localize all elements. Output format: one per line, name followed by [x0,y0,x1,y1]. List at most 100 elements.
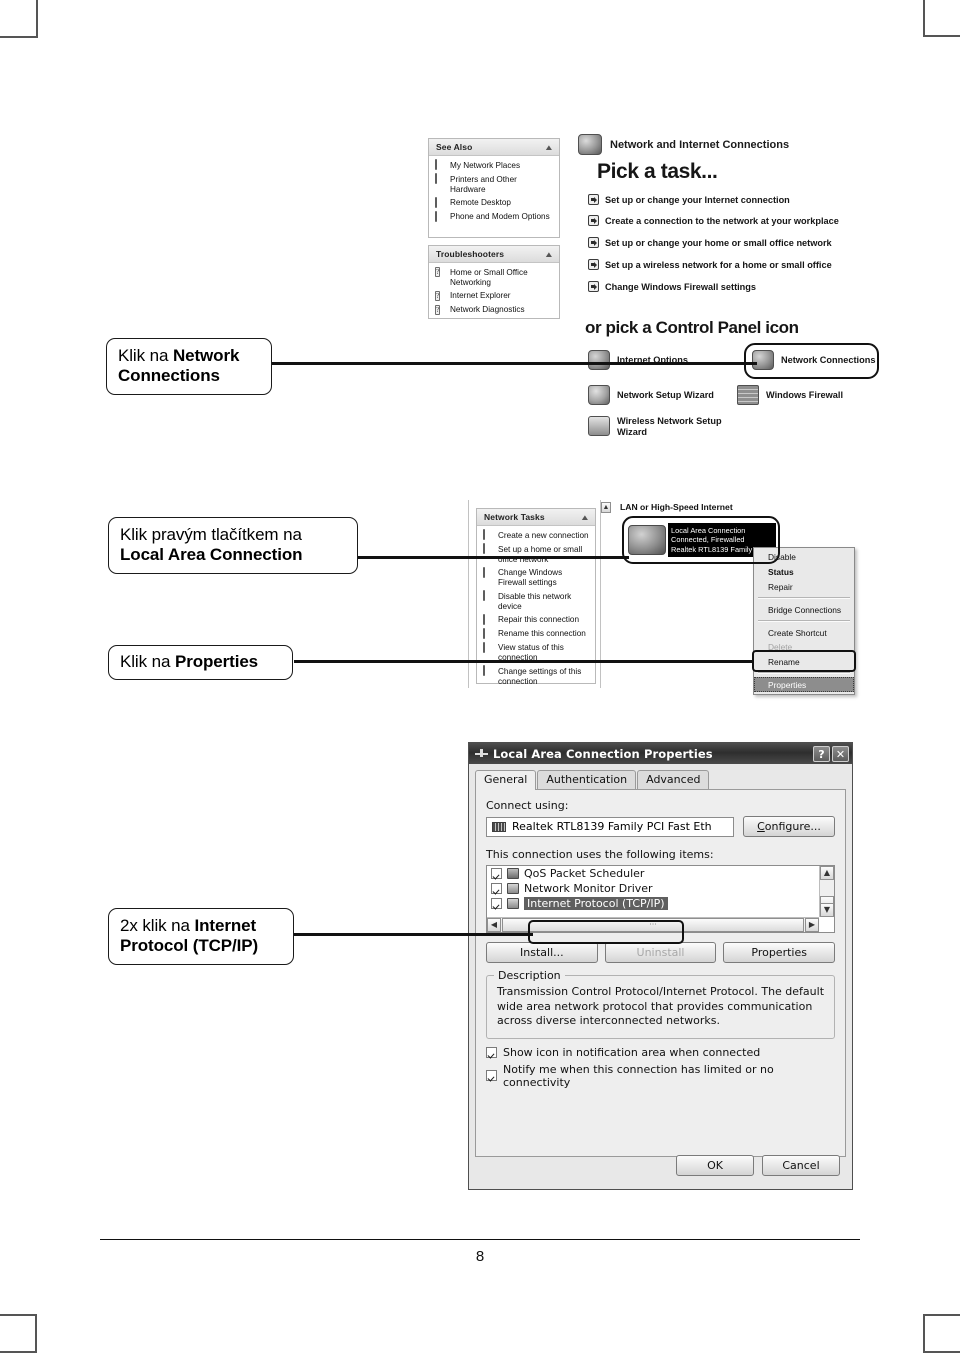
list-item-qos-packet-scheduler[interactable]: QoS Packet Scheduler [487,866,834,881]
list-item-label: Network Monitor Driver [524,882,653,895]
network-task-label: Rename this connection [498,629,586,638]
checkbox-icon[interactable] [486,1070,497,1082]
connect-using-label: Connect using: [486,799,569,812]
context-menu-item-status[interactable]: Status [754,565,854,580]
task-set-up-wireless-network[interactable]: Set up a wireless network for a home or … [588,259,832,270]
task-label: Set up or change your home or small offi… [605,237,832,248]
task-set-up-home-office-network[interactable]: Set up or change your home or small offi… [588,237,832,248]
ok-button[interactable]: OK [676,1155,754,1176]
nic-icon [492,821,506,832]
checkbox-show-icon-label: Show icon in notification area when conn… [503,1045,761,1059]
install-button[interactable]: Install... [486,942,598,963]
callout-local-area-connection: Klik pravým tlačítkem na Local Area Conn… [108,517,358,575]
list-item-network-monitor-driver[interactable]: Network Monitor Driver [487,881,834,896]
troubleshooter-item-network-diagnostics[interactable]: ? Network Diagnostics [435,304,554,316]
collapse-chevron-icon[interactable]: ▲ [544,250,554,259]
see-also-item-my-network-places[interactable]: My Network Places [435,159,554,171]
install-button-label: Install... [520,946,564,959]
see-also-item-phone-and-modem-options[interactable]: Phone and Modem Options [435,210,554,223]
checkbox-icon[interactable] [491,868,502,879]
highlight-network-connections [744,343,879,379]
network-internet-connections-icon [578,134,602,155]
checkbox-notify-row[interactable]: Notify me when this connection has limit… [486,1063,835,1089]
scroll-up-button[interactable]: ▲ [601,502,611,513]
checkbox-icon[interactable] [491,883,502,894]
troubleshooter-item-home-or-small-office-networking[interactable]: ? Home or Small Office Networking [435,267,554,288]
see-also-item-remote-desktop[interactable]: Remote Desktop [435,196,554,209]
task-change-firewall-settings[interactable]: Change Windows Firewall settings [588,281,756,292]
help-question-icon: ? [435,290,441,301]
items-label: This connection uses the following items… [486,848,714,861]
tab-advanced[interactable]: Advanced [637,770,710,789]
dialog-titlebar[interactable]: Local Area Connection Properties ? ✕ [469,743,852,764]
control-panel-header: or pick a Control Panel icon [585,318,799,337]
network-task-change-firewall-settings[interactable]: Change Windows Firewall settings [483,566,590,589]
cancel-button[interactable]: Cancel [762,1155,840,1176]
context-menu-item-create-shortcut[interactable]: Create Shortcut [754,625,854,640]
wrench-icon [483,613,494,626]
cp-icon-network-setup-wizard[interactable]: Network Setup Wizard [588,385,714,405]
cp-icon-label: Wireless Network Setup Wizard [617,416,722,437]
network-task-change-settings[interactable]: Change settings of this connection [483,665,590,687]
collapse-chevron-icon[interactable]: ▲ [580,513,590,522]
network-task-label: Create a new connection [498,530,589,540]
printer-icon [435,173,446,185]
help-button[interactable]: ? [813,745,830,762]
context-menu-item-bridge-connections[interactable]: Bridge Connections [754,602,854,617]
scroll-up-button[interactable]: ▲ [820,866,834,880]
checkbox-icon[interactable] [486,1046,497,1058]
connect-using-row: Realtek RTL8139 Family PCI Fast Eth Conf… [486,816,835,837]
checkbox-icon[interactable] [491,898,502,909]
network-task-disable-network-device[interactable]: Disable this network device [483,590,590,612]
uninstall-button-label: Uninstall [636,946,685,959]
arrow-right-icon [588,194,599,205]
adapter-field[interactable]: Realtek RTL8139 Family PCI Fast Eth [486,816,734,837]
troubleshooter-item-internet-explorer[interactable]: ? Internet Explorer [435,290,554,302]
context-menu-separator [758,620,850,623]
tab-authentication[interactable]: Authentication [537,770,637,789]
checkbox-show-icon-row[interactable]: Show icon in notification area when conn… [486,1046,835,1059]
collapse-chevron-icon[interactable]: ▲ [544,143,554,152]
cp-icon-internet-options[interactable]: Internet Options [588,350,688,370]
scroll-down-button[interactable]: ▼ [820,903,834,917]
listbox-vertical-scrollbar[interactable]: ▲ ▼ [819,866,834,917]
dialog-body: General Authentication Advanced Connect … [475,770,846,1183]
network-task-repair-connection[interactable]: Repair this connection [483,613,590,626]
wireless-icon [588,416,610,436]
network-tasks-panel: Network Tasks ▲ Create a new connection … [476,508,596,687]
context-menu-separator [758,672,850,675]
context-menu-item-repair[interactable]: Repair [754,580,854,595]
network-tasks-title: Network Tasks [484,512,545,522]
arrow-right-icon [588,215,599,226]
tab-general[interactable]: General [475,770,537,790]
close-icon[interactable]: ✕ [832,745,849,762]
context-menu-item-properties[interactable]: Properties [754,677,854,693]
configure-button[interactable]: Configure... [743,816,835,837]
cp-icon-label: Network Setup Wizard [617,390,714,400]
task-create-connection-workplace[interactable]: Create a connection to the network at yo… [588,215,839,226]
cp-icon-windows-firewall[interactable]: Windows Firewall [737,385,843,405]
see-also-item-printers-and-other-hardware[interactable]: Printers and Other Hardware [435,173,554,195]
scroll-right-button[interactable]: ▶ [805,918,819,932]
troubleshooters-header[interactable]: Troubleshooters ▲ [429,246,559,263]
list-item-internet-protocol-tcpip[interactable]: Internet Protocol (TCP/IP) [487,896,834,911]
arrow-right-icon [588,259,599,270]
network-tasks-header[interactable]: Network Tasks ▲ [477,509,595,526]
network-task-create-a-new-connection[interactable]: Create a new connection [483,529,590,541]
adapter-value: Realtek RTL8139 Family PCI Fast Eth [512,820,712,833]
callout-bold: Local Area Connection [120,545,303,565]
see-also-header[interactable]: See Also ▲ [429,139,559,156]
task-label: Change Windows Firewall settings [605,281,757,292]
properties-button[interactable]: Properties [723,942,836,963]
network-task-rename-connection[interactable]: Rename this connection [483,627,590,640]
task-label: Set up or change your Internet connectio… [605,194,790,205]
callout-prefix: Klik na [118,346,173,365]
scroll-left-button[interactable]: ◀ [487,918,501,932]
network-task-set-up-home-office-network[interactable]: Set up a home or small office network [483,543,590,565]
task-set-up-internet-connection[interactable]: Set up or change your Internet connectio… [588,194,790,205]
list-item-label: Internet Protocol (TCP/IP) [524,897,668,910]
cp-icon-wireless-network-setup-wizard[interactable]: Wireless Network Setup Wizard [588,416,728,438]
see-also-body: My Network Places Printers and Other Har… [429,156,559,231]
footer-rule [100,1239,860,1240]
network-task-label: Change Windows Firewall settings [498,568,563,587]
